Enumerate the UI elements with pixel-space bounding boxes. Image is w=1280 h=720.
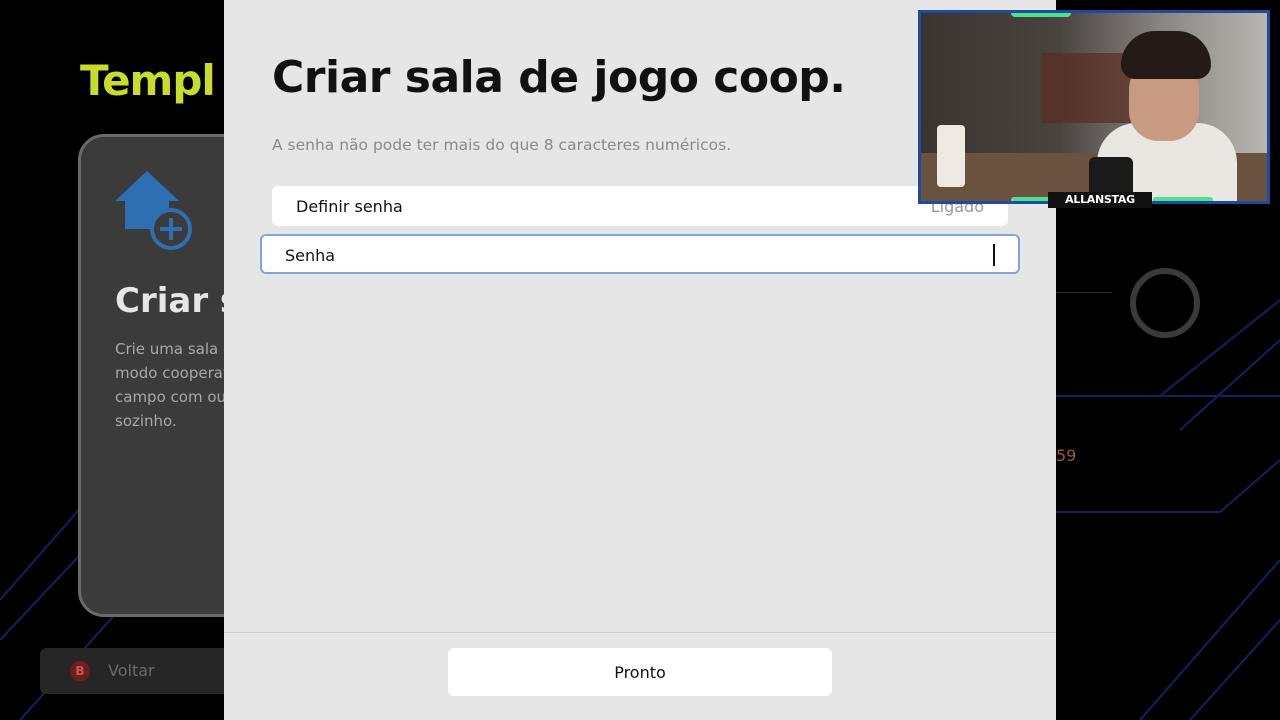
background-title: Templ [80,56,216,105]
divider [1056,292,1112,293]
back-label: Voltar [108,661,155,680]
footer-divider [224,632,1056,633]
loading-ring-icon [1130,268,1200,338]
webcam-overlay [918,10,1270,204]
done-button[interactable]: Pronto [448,648,832,696]
text-caret [993,244,995,266]
streamer-hair [1121,31,1211,79]
back-button[interactable]: B Voltar [40,648,240,694]
paper-roll [937,125,965,187]
password-input[interactable]: Senha [260,234,1020,274]
streamer-name-tag: ALLANSTAG [1048,192,1152,208]
b-button-icon: B [70,661,90,681]
card-title: Criar s [115,281,241,321]
dialog-title: Criar sala de jogo coop. [272,52,846,103]
set-password-toggle[interactable]: Definir senha Ligado [272,186,1008,226]
house-add-icon [115,171,192,250]
webcam-glow [1011,13,1071,17]
set-password-label: Definir senha [296,197,403,216]
password-hint: A senha não pode ter mais do que 8 carac… [272,136,732,154]
right-panel-value: 59 [1056,446,1077,465]
webcam-glow [1153,197,1213,201]
password-label: Senha [285,246,336,265]
